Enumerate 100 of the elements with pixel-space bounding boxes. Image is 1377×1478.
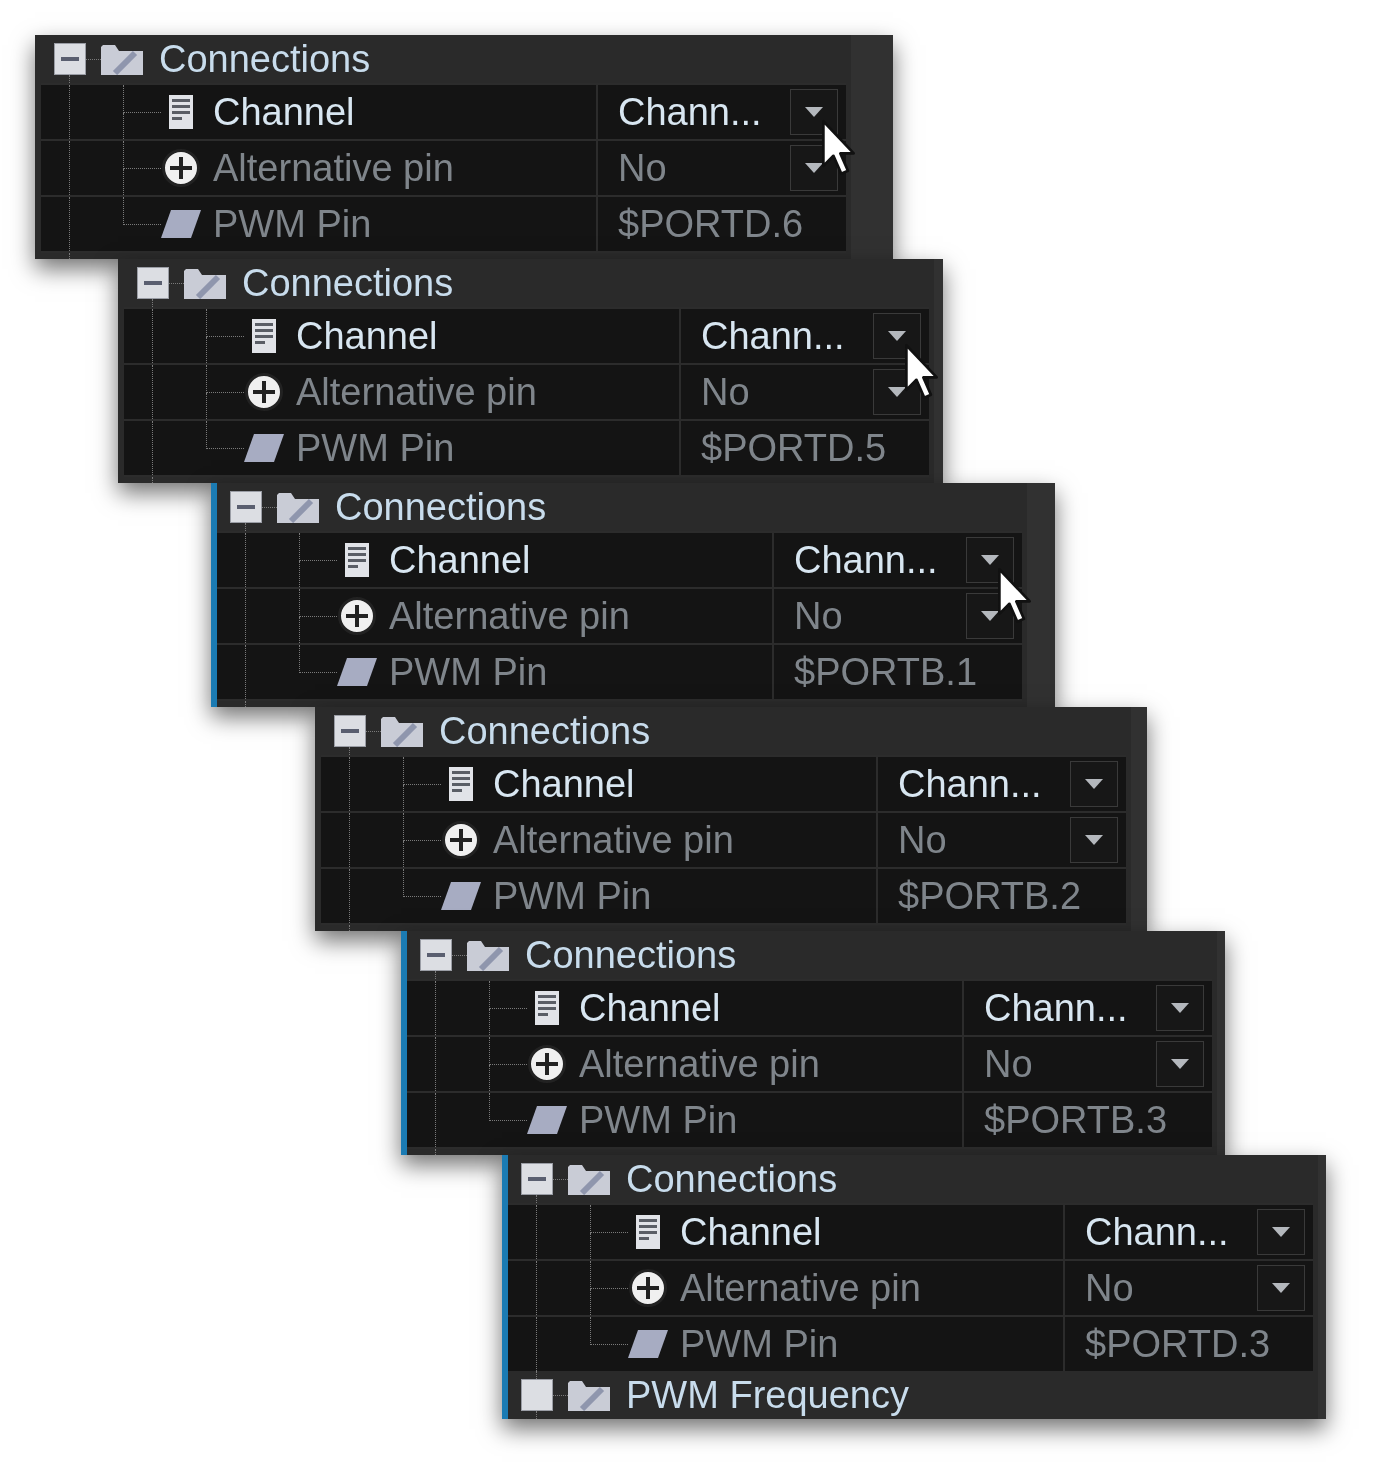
property-name: Alternative pin <box>579 1045 820 1083</box>
parallelogram-icon <box>337 658 377 686</box>
parallelogram-icon <box>244 434 284 462</box>
tree-connector <box>403 869 441 897</box>
dropdown-button[interactable] <box>1257 1265 1305 1311</box>
property-name: PWM Pin <box>493 877 652 915</box>
property-value: Chann... <box>618 93 762 131</box>
group-label: PWM Frequency <box>626 1376 909 1414</box>
minus-icon <box>237 505 255 509</box>
caret-down-icon <box>805 107 823 117</box>
property-value: Chann... <box>794 541 938 579</box>
document-icon <box>169 95 193 129</box>
document-icon <box>252 319 276 353</box>
group-label: Connections <box>439 712 651 750</box>
property-value: No <box>794 597 843 635</box>
dropdown-button[interactable] <box>1257 1209 1305 1255</box>
collapse-toggle[interactable] <box>521 1163 553 1195</box>
property-value: $PORTD.5 <box>701 429 887 467</box>
property-name: PWM Pin <box>213 205 372 243</box>
property-value: Chann... <box>984 989 1128 1027</box>
dropdown-button[interactable] <box>873 313 921 359</box>
property-name: PWM Pin <box>389 653 548 691</box>
caret-down-icon <box>1171 1059 1189 1069</box>
plus-circle-icon <box>245 373 283 411</box>
plus-circle-icon <box>162 149 200 187</box>
minus-icon <box>144 281 162 285</box>
property-value: Chann... <box>898 765 1042 803</box>
property-name: PWM Pin <box>680 1325 839 1363</box>
property-value: Chann... <box>1085 1213 1229 1251</box>
folder-icon <box>568 1163 610 1195</box>
group-label: Connections <box>626 1160 838 1198</box>
caret-down-icon <box>1272 1283 1290 1293</box>
plus-circle-icon <box>442 821 480 859</box>
parallelogram-icon <box>527 1106 567 1134</box>
dropdown-button[interactable] <box>1156 985 1204 1031</box>
property-name: Channel <box>680 1213 822 1251</box>
property-name: Alternative pin <box>680 1269 921 1307</box>
dropdown-button[interactable] <box>966 537 1014 583</box>
dropdown-button[interactable] <box>1070 817 1118 863</box>
collapse-toggle[interactable] <box>334 715 366 747</box>
caret-down-icon <box>1272 1227 1290 1237</box>
property-value: $PORTD.3 <box>1085 1325 1271 1363</box>
property-name: Channel <box>579 989 721 1027</box>
folder-icon <box>467 939 509 971</box>
parallelogram-icon <box>441 882 481 910</box>
property-name: Channel <box>296 317 438 355</box>
dropdown-button[interactable] <box>1156 1041 1204 1087</box>
property-value: No <box>618 149 667 187</box>
minus-icon <box>61 57 79 61</box>
tree-connector <box>206 421 244 449</box>
dropdown-button[interactable] <box>790 89 838 135</box>
property-name: Channel <box>493 765 635 803</box>
caret-down-icon <box>1085 835 1103 845</box>
collapse-toggle[interactable] <box>420 939 452 971</box>
plus-circle-icon <box>338 597 376 635</box>
document-icon <box>535 991 559 1025</box>
property-name: PWM Pin <box>579 1101 738 1139</box>
tree-connector <box>299 645 337 673</box>
group-label: Connections <box>525 936 737 974</box>
dropdown-button[interactable] <box>1070 761 1118 807</box>
caret-down-icon <box>805 163 823 173</box>
minus-icon <box>528 1177 546 1181</box>
property-name: Channel <box>213 93 355 131</box>
tree-connector <box>489 1093 527 1121</box>
plus-circle-icon <box>629 1269 667 1307</box>
document-icon <box>449 767 473 801</box>
caret-down-icon <box>888 331 906 341</box>
property-value: No <box>984 1045 1033 1083</box>
property-value: Chann... <box>701 317 845 355</box>
collapse-toggle[interactable] <box>230 491 262 523</box>
property-value: $PORTD.6 <box>618 205 804 243</box>
folder-icon <box>568 1379 610 1411</box>
collapse-toggle[interactable] <box>137 267 169 299</box>
property-value: No <box>701 373 750 411</box>
group-label: Connections <box>242 264 454 302</box>
plus-circle-icon <box>528 1045 566 1083</box>
document-icon <box>636 1215 660 1249</box>
minus-icon <box>427 953 445 957</box>
property-value: No <box>898 821 947 859</box>
property-name: Alternative pin <box>493 821 734 859</box>
parallelogram-icon <box>161 210 201 238</box>
folder-icon <box>101 43 143 75</box>
document-icon <box>345 543 369 577</box>
property-name: PWM Pin <box>296 429 455 467</box>
group-label: Connections <box>335 488 547 526</box>
parallelogram-icon <box>628 1330 668 1358</box>
caret-down-icon <box>888 387 906 397</box>
caret-down-icon <box>981 611 999 621</box>
collapse-toggle[interactable] <box>521 1379 553 1411</box>
folder-icon <box>381 715 423 747</box>
folder-icon <box>184 267 226 299</box>
property-name: Alternative pin <box>389 597 630 635</box>
folder-icon <box>277 491 319 523</box>
caret-down-icon <box>1171 1003 1189 1013</box>
property-value: $PORTB.2 <box>898 877 1082 915</box>
property-value: $PORTB.3 <box>984 1101 1168 1139</box>
collapse-toggle[interactable] <box>54 43 86 75</box>
property-name: Channel <box>389 541 531 579</box>
tree-connector <box>123 197 161 225</box>
property-name: Alternative pin <box>296 373 537 411</box>
